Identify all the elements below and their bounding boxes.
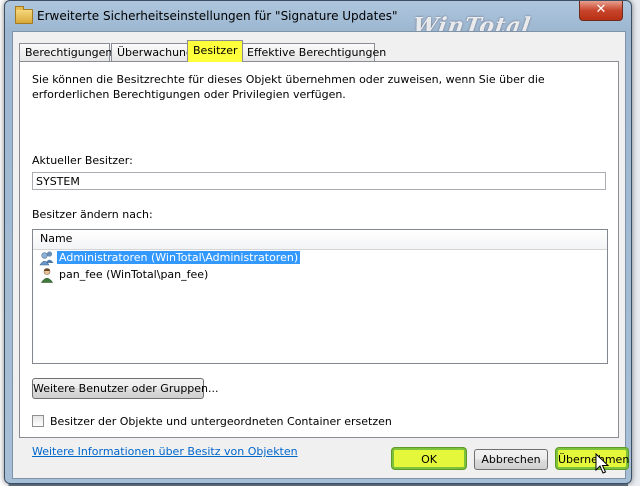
close-button[interactable]: ✕	[579, 1, 623, 21]
list-item[interactable]: pan_fee (WinTotal\pan_fee)	[33, 267, 607, 284]
owner-tab-panel: Sie können die Besitzrechte für dieses O…	[19, 61, 619, 458]
current-owner-field[interactable]: SYSTEM	[32, 172, 606, 190]
dialog-client-area: Berechtigungen Überwachung Besitzer Effe…	[12, 31, 629, 479]
owner-description: Sie können die Besitzrechte für dieses O…	[32, 73, 545, 101]
current-owner-label: Aktueller Besitzer:	[32, 154, 133, 167]
tab-ueberwachung[interactable]: Überwachung	[111, 43, 193, 61]
title-bar[interactable]: Erweiterte Sicherheitseinstellungen für …	[5, 1, 631, 39]
security-settings-window: Erweiterte Sicherheitseinstellungen für …	[4, 0, 632, 484]
list-item-label: Administratoren (WinTotal\Administratore…	[57, 251, 301, 264]
tab-effektive-berechtigungen[interactable]: Effektive Berechtigungen	[241, 43, 386, 61]
change-owner-label: Besitzer ändern nach:	[32, 208, 153, 221]
folder-icon	[15, 6, 33, 24]
more-users-groups-button[interactable]: Weitere Benutzer oder Gruppen...	[32, 378, 219, 399]
cancel-button[interactable]: Abbrechen	[474, 449, 548, 470]
column-header-name[interactable]: Name	[33, 230, 607, 250]
replace-owner-checkbox[interactable]	[32, 415, 44, 427]
replace-owner-label: Besitzer der Objekte und untergeordneten…	[50, 415, 392, 428]
list-item-label: pan_fee (WinTotal\pan_fee)	[59, 268, 209, 281]
user-group-icon	[39, 250, 55, 266]
apply-button[interactable]: Übernehmen	[556, 448, 629, 469]
close-icon: ✕	[595, 2, 607, 17]
owner-candidates-list[interactable]: Name Administratoren (WinTotal\Administr…	[32, 229, 608, 364]
tab-besitzer[interactable]: Besitzer	[187, 40, 243, 62]
ownership-info-link[interactable]: Weitere Informationen über Besitz von Ob…	[32, 445, 298, 458]
ok-button[interactable]: OK	[392, 448, 466, 469]
list-item[interactable]: Administratoren (WinTotal\Administratore…	[33, 250, 607, 267]
tab-berechtigungen[interactable]: Berechtigungen	[19, 43, 112, 61]
window-title: Erweiterte Sicherheitseinstellungen für …	[37, 9, 398, 23]
user-icon	[39, 267, 55, 283]
